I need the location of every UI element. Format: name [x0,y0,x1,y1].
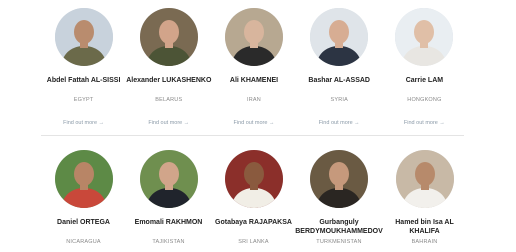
leader-card[interactable]: Hamed bin Isa AL KHALIFA BAHRAIN [382,150,467,245]
leader-portrait[interactable] [224,150,283,208]
leader-country: HONGKONG [407,97,442,103]
leaders-row-1: Abdel Fattah AL-SISSI EGYPT Find out more … [41,8,467,126]
leader-name[interactable]: Alexander LUKASHENKO [126,76,211,94]
leader-name[interactable]: Abdel Fattah AL-SISSI [47,76,121,94]
leader-card[interactable]: Alexander LUKASHENKO BELARUS Find out more… [126,8,211,126]
leader-name[interactable]: Carrie LAM [406,76,443,94]
leader-card[interactable]: Carrie LAM HONGKONG Find out more → [382,8,467,126]
leader-portrait[interactable] [225,8,283,66]
leader-card[interactable]: Daniel ORTEGA NICARAGUA [41,150,126,245]
leader-card[interactable]: Abdel Fattah AL-SISSI EGYPT Find out more … [41,8,126,126]
leader-portrait[interactable] [139,150,198,208]
leader-country: NICARAGUA [66,239,101,245]
leaders-row-2: Daniel ORTEGA NICARAGUA Emomali RAKHMON TAJ… [41,150,467,245]
leader-portrait[interactable] [310,8,369,66]
leader-name[interactable]: Ali KHAMENEI [230,76,278,94]
leader-name[interactable]: Gurbanguly BERDYMOUKHAMMEDOV [295,218,383,236]
leader-name[interactable]: Gotabaya RAJAPAKSA [215,218,292,236]
leader-card[interactable]: Gurbanguly BERDYMOUKHAMMEDOV TURKMENISTAN [295,150,383,245]
leader-portrait[interactable] [54,8,113,66]
leader-name[interactable]: Hamed bin Isa AL KHALIFA [382,218,467,236]
leader-card[interactable]: Emomali RAKHMON TAJIKISTAN [126,150,211,245]
leader-country: BAHRAIN [411,239,438,245]
leader-portrait[interactable] [395,150,454,208]
leader-country: SYRIA [330,97,348,103]
leader-country: TAJIKISTAN [152,239,185,245]
leader-name[interactable]: Emomali RAKHMON [135,218,203,236]
find-out-more-link[interactable]: Find out more → [234,120,275,126]
find-out-more-link[interactable]: Find out more → [319,120,360,126]
find-out-more-link[interactable]: Find out more → [404,120,445,126]
leader-country: IRAN [247,97,261,103]
leader-country: SRI LANKA [238,239,269,245]
leader-country: BELARUS [155,97,183,103]
find-out-more-link[interactable]: Find out more → [63,120,104,126]
leader-portrait[interactable] [395,8,454,66]
leader-name[interactable]: Bashar AL-ASSAD [308,76,370,94]
find-out-more-link[interactable]: Find out more → [148,120,189,126]
leader-portrait[interactable] [310,150,368,208]
leader-card[interactable]: Bashar AL-ASSAD SYRIA Find out more → [297,8,382,126]
leader-country: TURKMENISTAN [316,239,362,245]
leader-card[interactable]: Gotabaya RAJAPAKSA SRI LANKA [211,150,296,245]
row-divider [41,135,464,136]
leader-portrait[interactable] [54,150,113,208]
leader-country: EGYPT [73,97,94,103]
leader-portrait[interactable] [139,8,198,66]
leader-name[interactable]: Daniel ORTEGA [57,218,110,236]
leader-card[interactable]: Ali KHAMENEI IRAN Find out more → [211,8,296,126]
